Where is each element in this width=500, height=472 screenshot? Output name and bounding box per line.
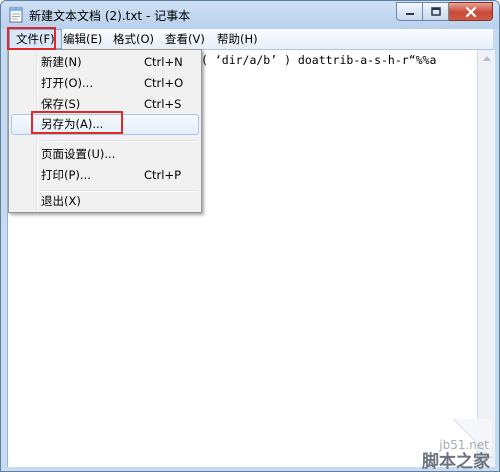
menu-help[interactable]: 帮助(H) bbox=[211, 29, 264, 49]
menu-item-label: 退出(X) bbox=[41, 194, 81, 208]
menu-item-label: 页面设置(U)... bbox=[41, 147, 116, 161]
menu-bar: 文件(F) 编辑(E) 格式(O) 查看(V) 帮助(H) bbox=[7, 29, 493, 50]
close-button[interactable] bbox=[449, 2, 493, 21]
watermark-name: 脚本之家 bbox=[422, 451, 490, 469]
menu-format[interactable]: 格式(O) bbox=[107, 29, 160, 49]
window-title: 新建文本文档 (2).txt - 记事本 bbox=[29, 9, 191, 23]
close-icon bbox=[465, 6, 476, 17]
menu-item-label: 打印(P)... bbox=[41, 168, 91, 182]
scroll-up-button[interactable] bbox=[478, 50, 495, 67]
menu-item-open[interactable]: 打开(O)... Ctrl+O bbox=[11, 73, 199, 94]
maximize-icon bbox=[430, 7, 441, 16]
menu-item-shortcut: Ctrl+S bbox=[144, 97, 182, 111]
jb51-watermark-logo: jb51.net 脚本之家 bbox=[422, 419, 493, 469]
save-as-highlight-box bbox=[31, 111, 123, 134]
arrow-up-icon bbox=[482, 56, 491, 61]
menu-item-label: 打开(O)... bbox=[41, 76, 93, 90]
menu-item-label: 新建(N) bbox=[41, 55, 82, 69]
menu-item-shortcut: Ctrl+N bbox=[144, 55, 183, 69]
menu-separator bbox=[39, 140, 197, 142]
menu-item-page-setup[interactable]: 页面设置(U)... bbox=[11, 144, 199, 165]
notepad-window: 新建文本文档 (2).txt - 记事本 文件(F) 编辑(E) 格式(O) 查… bbox=[0, 0, 500, 472]
editor-content: ( ‘dir/a/b’ ) doattrib-a-s-h-r“%%a bbox=[201, 53, 437, 67]
notepad-icon bbox=[9, 7, 23, 23]
file-menu-highlight-box bbox=[7, 27, 56, 50]
window-controls bbox=[396, 2, 493, 22]
menu-item-shortcut: Ctrl+P bbox=[144, 168, 182, 182]
minimize-icon bbox=[405, 12, 414, 15]
menu-item-print[interactable]: 打印(P)... Ctrl+P bbox=[11, 165, 199, 186]
maximize-button[interactable] bbox=[423, 2, 449, 21]
menu-view[interactable]: 查看(V) bbox=[159, 29, 211, 49]
title-bar[interactable]: 新建文本文档 (2).txt - 记事本 bbox=[1, 1, 499, 29]
watermark-site: jb51.net bbox=[438, 438, 489, 452]
menu-edit[interactable]: 编辑(E) bbox=[57, 29, 108, 49]
menu-item-exit[interactable]: 退出(X) bbox=[11, 191, 199, 212]
minimize-button[interactable] bbox=[396, 2, 423, 21]
menu-item-shortcut: Ctrl+O bbox=[144, 76, 184, 90]
menu-item-new[interactable]: 新建(N) Ctrl+N bbox=[11, 52, 199, 73]
vertical-scrollbar[interactable] bbox=[477, 50, 495, 467]
